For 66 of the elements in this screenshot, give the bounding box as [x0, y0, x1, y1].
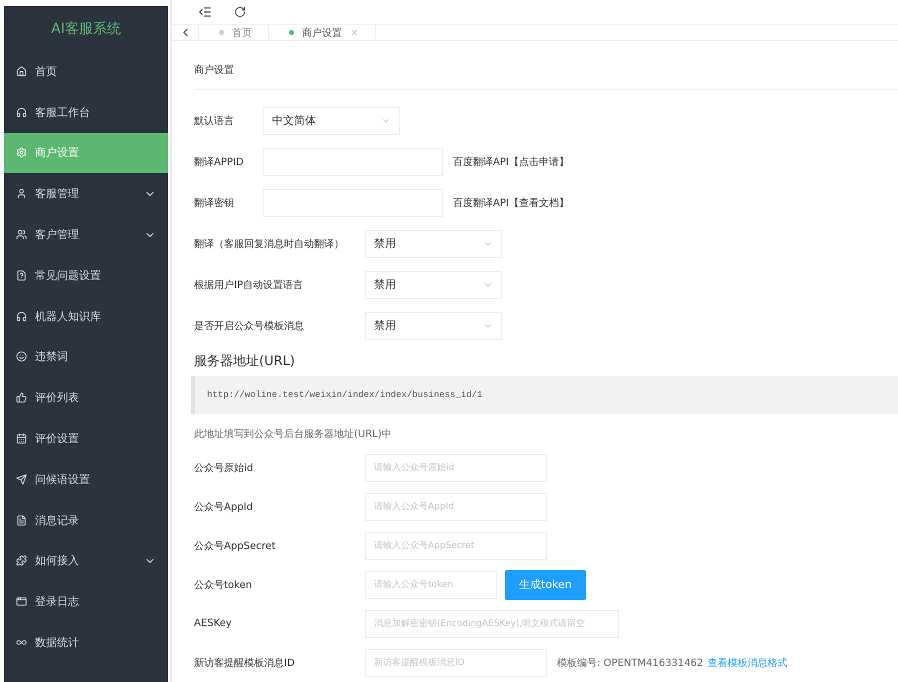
input-field[interactable]: 请输入公众号AppSecret	[365, 532, 547, 560]
question-doc-icon	[16, 270, 27, 281]
puzzle-icon	[16, 555, 27, 566]
sidebar-item[interactable]: 登录日志	[4, 581, 168, 622]
sidebar-item[interactable]: 评价设置	[4, 418, 168, 459]
field-label: 翻译密钥	[194, 196, 235, 210]
template-note: 模板编号: OPENTM416331462	[557, 656, 704, 670]
sidebar-item[interactable]: 客服工作台	[4, 92, 168, 133]
field-label: 是否开启公众号模板消息	[194, 320, 305, 332]
home-icon	[16, 66, 27, 77]
tab-label: 首页	[232, 26, 252, 40]
sidebar-item[interactable]: 如何接入	[4, 540, 168, 582]
url-block: http://woline.test/weixin/index/index/business_id/1	[191, 376, 898, 414]
select-field[interactable]: 禁用	[365, 230, 502, 258]
face-icon	[16, 351, 27, 362]
window-icon	[16, 596, 27, 608]
send-icon	[16, 474, 27, 485]
sidebar-item[interactable]: 首页	[4, 51, 168, 92]
field-label: 根据用户IP自动设置语言	[194, 278, 304, 292]
sidebar-item[interactable]: 违禁词	[4, 336, 168, 378]
sidebar-item[interactable]: 客户管理	[4, 214, 168, 255]
field-label: 公众号token	[194, 578, 253, 592]
field-label: 翻译（客服回复消息时自动翻译）	[194, 238, 345, 250]
sidebar-item[interactable]: 消息记录	[4, 500, 168, 541]
page-tab[interactable]: 商户设置	[269, 25, 376, 40]
app-title: AI客服系统	[50, 20, 122, 38]
input-field[interactable]: 消息加解密密钥(EncodingAESKey),明文模式请留空	[365, 610, 619, 638]
users-icon	[16, 229, 27, 240]
settings-icon	[16, 147, 27, 158]
sidebar-item[interactable]: 常见问题设置	[4, 254, 168, 296]
panel-title: 商户设置	[194, 51, 898, 90]
field-label: 公众号AppId	[194, 500, 254, 514]
sidebar-item[interactable]: 客服管理	[4, 173, 168, 214]
api-link[interactable]: 百度翻译API【点击申请】	[453, 154, 569, 168]
section-heading: 服务器地址(URL)	[194, 353, 296, 371]
tab-label: 商户设置	[302, 26, 342, 40]
hint-text: 此地址填写到公众号后台服务器地址(URL)中	[194, 428, 393, 442]
document-icon	[16, 514, 27, 526]
refresh-icon[interactable]	[234, 6, 246, 18]
input-field[interactable]: 新访客提醒模板消息ID	[365, 648, 547, 676]
select-field[interactable]: 禁用	[365, 270, 502, 298]
headset-icon	[16, 106, 27, 118]
sidebar-item[interactable]: 评价列表	[4, 377, 168, 418]
calendar-icon	[16, 433, 27, 444]
page-tab[interactable]: 首页	[199, 25, 269, 40]
api-link[interactable]: 百度翻译API【查看文档】	[453, 196, 569, 210]
input-field[interactable]: 请输入公众号AppId	[365, 492, 547, 520]
sidebar-item[interactable]: 数据统计	[4, 622, 168, 663]
field-label: 翻译APPID	[194, 156, 245, 168]
field-label: 默认语言	[194, 114, 235, 128]
field-label: 公众号AppSecret	[194, 540, 276, 552]
field-label: AESKey	[194, 618, 233, 629]
field-label: 公众号原始id	[194, 462, 254, 474]
status-dot-icon	[219, 30, 224, 36]
select-field[interactable]: 禁用	[365, 312, 502, 340]
menu-icon[interactable]	[198, 5, 212, 20]
sidebar-item[interactable]: 问候语设置	[4, 458, 168, 500]
select-field[interactable]: 中文简体	[263, 106, 400, 134]
field-label: 新访客提醒模板消息ID	[194, 656, 296, 670]
headset-icon	[16, 310, 27, 322]
status-dot-icon	[289, 30, 294, 36]
input-field[interactable]: 请输入公众号原始id	[365, 454, 547, 482]
user-icon	[16, 188, 27, 200]
thumbs-up-icon	[16, 392, 27, 404]
sidebar-item[interactable]: 机器人知识库	[4, 296, 168, 337]
input-field[interactable]: 请输入公众号token	[365, 570, 497, 598]
